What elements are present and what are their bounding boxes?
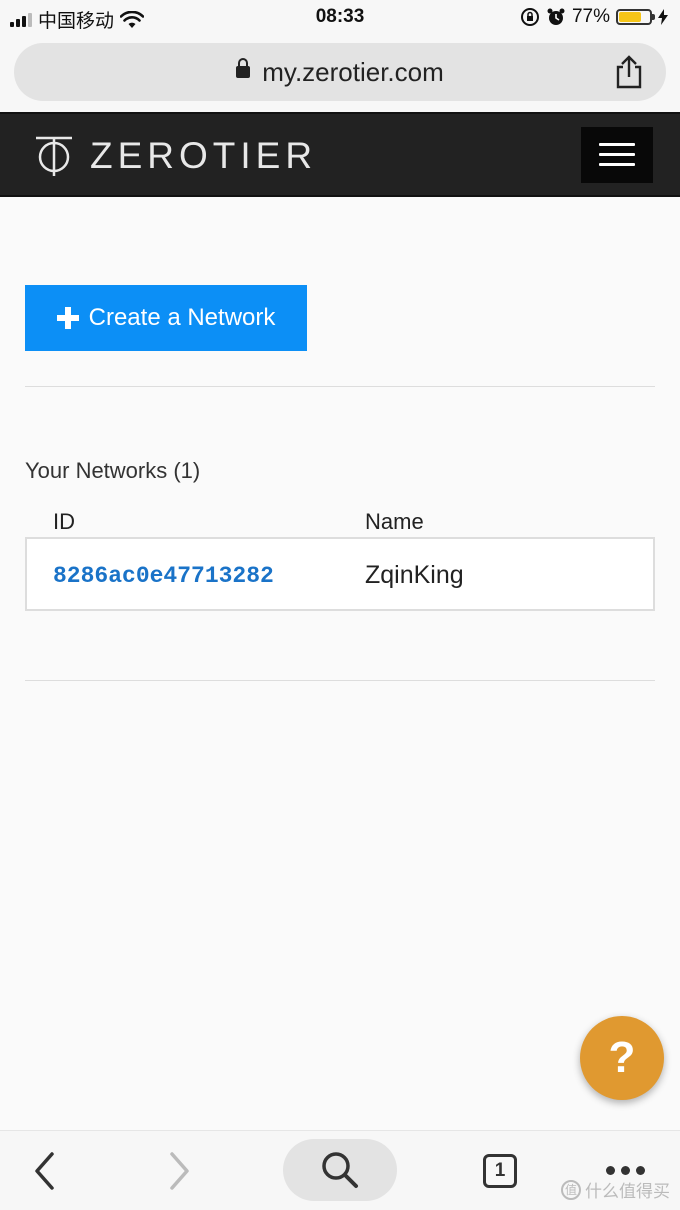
back-button[interactable] <box>22 1131 66 1210</box>
alarm-icon <box>547 8 565 25</box>
orientation-lock-icon <box>520 8 539 26</box>
logo-text: ZEROTIER <box>90 135 318 176</box>
divider <box>25 386 655 387</box>
plus-icon <box>56 307 79 329</box>
url-text: my.zerotier.com <box>262 57 444 87</box>
network-id-link[interactable]: 8286ac0e47713282 <box>53 563 274 589</box>
help-icon: ? <box>608 1033 636 1082</box>
site-header: ZEROTIER <box>0 112 680 197</box>
charging-icon <box>658 9 668 25</box>
chevron-right-icon <box>170 1151 189 1190</box>
tab-count: 1 <box>483 1153 517 1188</box>
create-network-label: Create a Network <box>88 304 276 331</box>
watermark: 值 什么值得买 <box>561 1177 670 1202</box>
status-bar: 中国移动 08:33 77% <box>0 0 680 34</box>
search-icon <box>322 1152 358 1188</box>
browser-address-area: my.zerotier.com <box>0 34 680 112</box>
zerotier-logo[interactable]: ZEROTIER <box>34 135 317 177</box>
divider <box>25 680 655 681</box>
watermark-icon: 值 <box>561 1179 581 1200</box>
hamburger-menu-button[interactable] <box>581 127 653 183</box>
address-bar[interactable]: my.zerotier.com <box>14 43 666 101</box>
networks-title: Your Networks (1) <box>25 458 201 483</box>
column-header-id: ID <box>53 509 75 534</box>
hamburger-menu-icon <box>599 143 635 146</box>
help-button[interactable]: ? <box>580 1016 664 1100</box>
more-dots-icon <box>605 1166 645 1175</box>
watermark-text: 什么值得买 <box>585 1182 670 1201</box>
battery-percent: 77% <box>571 6 610 27</box>
browser-toolbar: 1 值 什么值得买 <box>0 1130 680 1210</box>
forward-button[interactable] <box>158 1131 202 1210</box>
battery-icon <box>616 9 655 25</box>
share-icon[interactable] <box>614 55 644 89</box>
tabs-button[interactable]: 1 <box>478 1131 522 1210</box>
battery-fill <box>619 12 641 22</box>
column-header-name: Name <box>365 509 424 534</box>
zerotier-logo-icon <box>36 136 72 176</box>
create-network-button[interactable]: Create a Network <box>25 285 307 351</box>
lock-icon <box>236 58 251 79</box>
network-name: ZqinKing <box>365 561 464 589</box>
network-row[interactable]: 8286ac0e47713282 ZqinKing <box>25 537 655 611</box>
chevron-left-icon <box>35 1151 54 1190</box>
search-button[interactable] <box>283 1139 397 1201</box>
